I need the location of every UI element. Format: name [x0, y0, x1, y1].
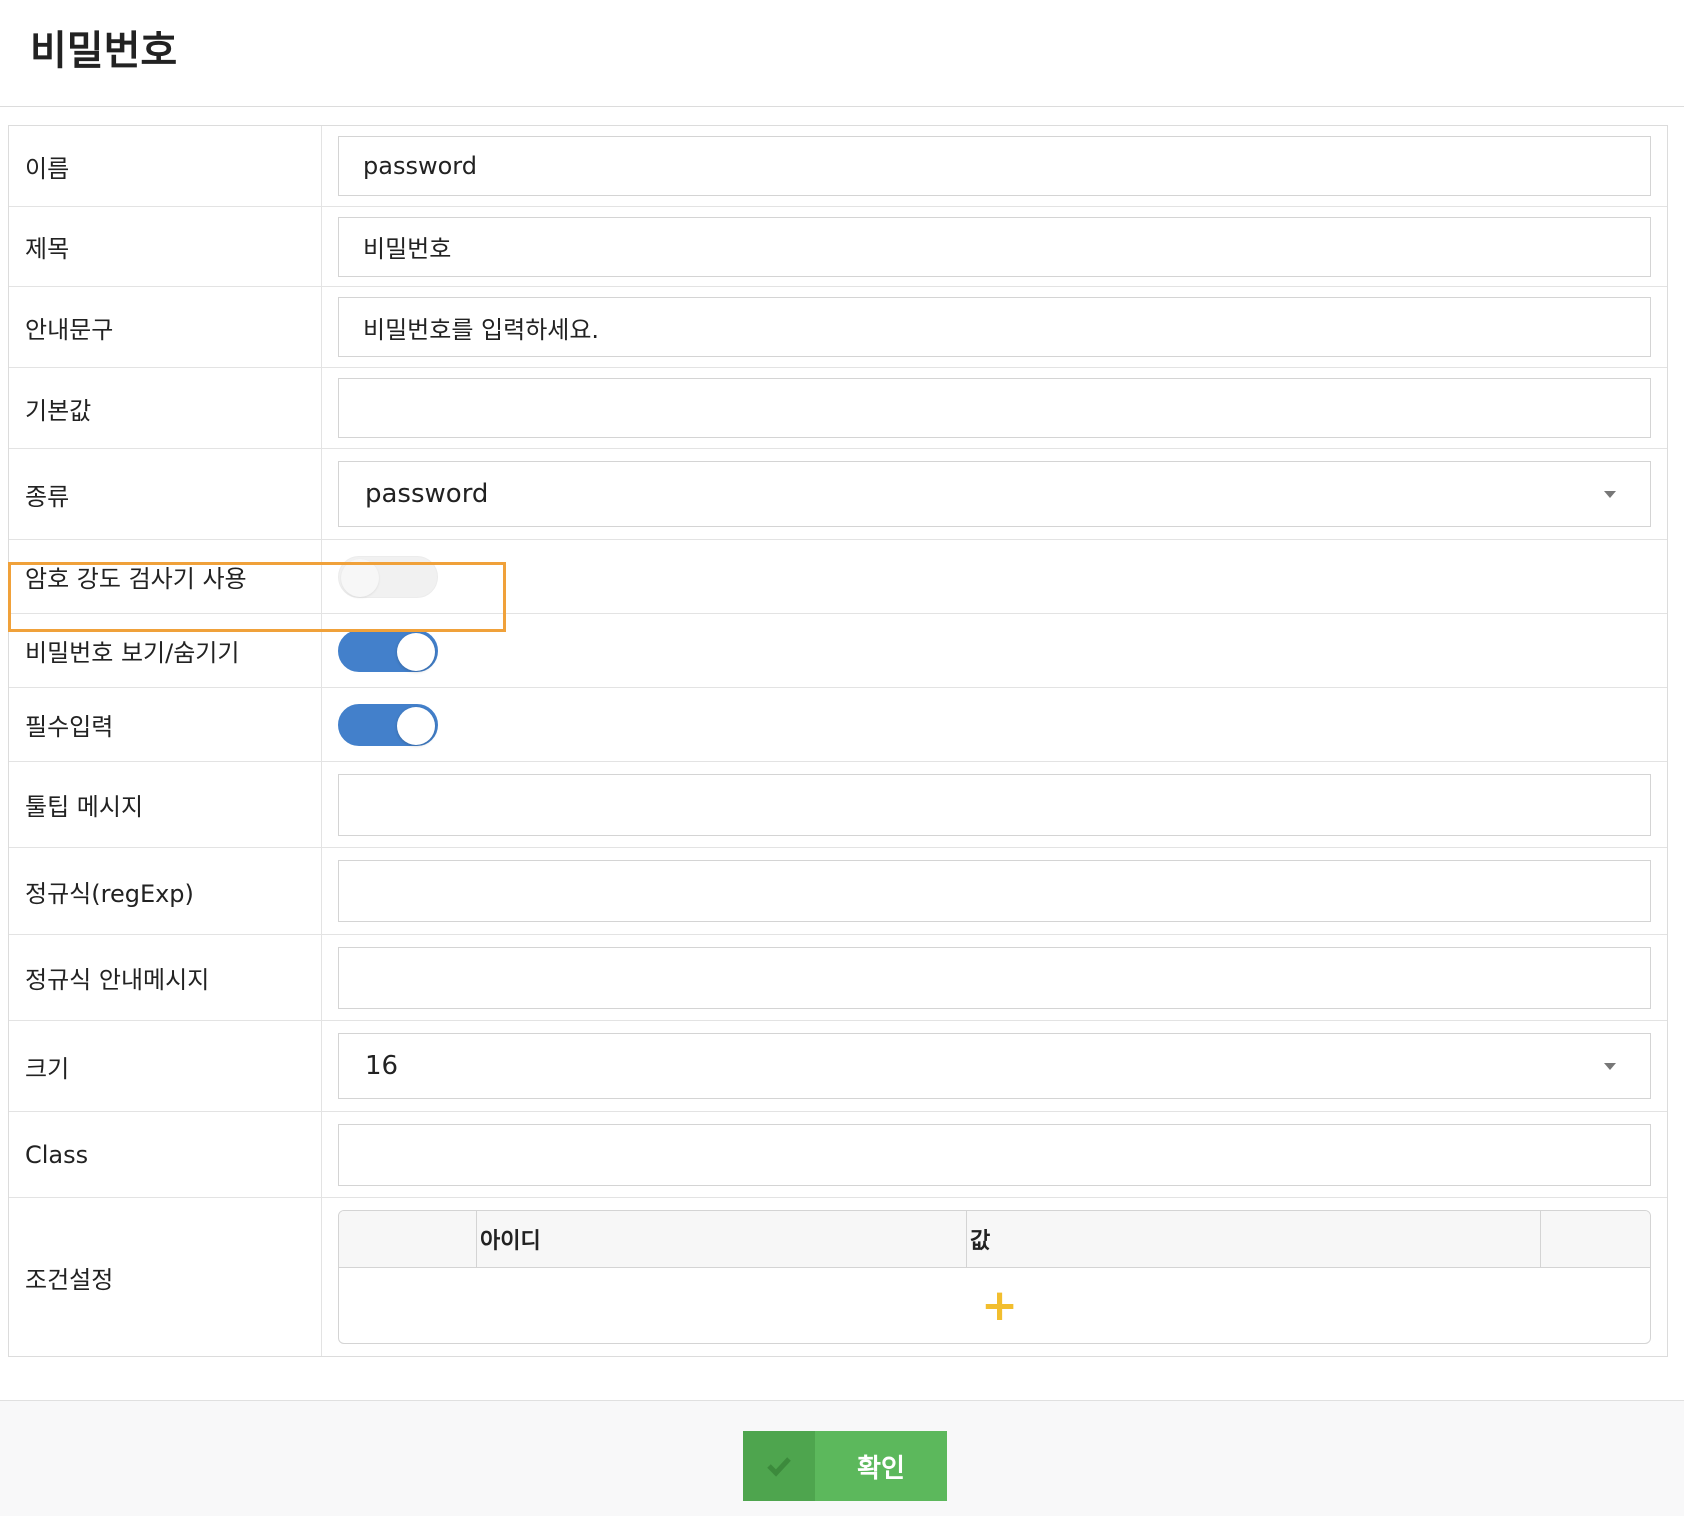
chevron-down-icon	[1604, 1062, 1616, 1070]
column-actions	[1541, 1211, 1650, 1267]
row-show-hide: 비밀번호 보기/숨기기	[9, 614, 1667, 688]
row-guide: 안내문구 비밀번호를 입력하세요.	[9, 287, 1667, 368]
required-toggle[interactable]	[338, 703, 438, 746]
column-value: 값	[967, 1211, 1541, 1267]
label-guide: 안내문구	[9, 287, 322, 367]
row-tooltip: 툴팁 메시지	[9, 762, 1667, 848]
label-name: 이름	[9, 126, 322, 206]
label-type: 종류	[9, 449, 322, 539]
label-strength-checker: 암호 강도 검사기 사용	[9, 540, 322, 613]
row-name: 이름 password	[9, 126, 1667, 207]
column-id: 아이디	[477, 1211, 967, 1267]
guide-input[interactable]: 비밀번호를 입력하세요.	[338, 297, 1651, 357]
conditions-table: 아이디 값 +	[338, 1210, 1651, 1344]
row-required: 필수입력	[9, 688, 1667, 762]
settings-form: 이름 password 제목 비밀번호 안내문구 비밀번호를 입력하세요. 기본…	[8, 125, 1668, 1357]
show-hide-toggle[interactable]	[338, 629, 438, 672]
row-conditions: 조건설정 아이디 값 +	[9, 1198, 1667, 1356]
default-value-input[interactable]	[338, 378, 1651, 438]
label-required: 필수입력	[9, 688, 322, 761]
column-blank	[339, 1211, 477, 1267]
tooltip-input[interactable]	[338, 773, 1651, 836]
row-title: 제목 비밀번호	[9, 207, 1667, 287]
regexp-input[interactable]	[338, 860, 1651, 922]
row-class: Class	[9, 1112, 1667, 1198]
title-input[interactable]: 비밀번호	[338, 216, 1651, 277]
row-type: 종류 password	[9, 449, 1667, 540]
row-size: 크기 16	[9, 1021, 1667, 1112]
type-select[interactable]: password	[338, 461, 1651, 527]
toggle-knob	[341, 558, 379, 597]
row-regexp: 정규식(regExp)	[9, 848, 1667, 935]
type-select-value: password	[365, 479, 489, 509]
confirm-label: 확인	[857, 1453, 905, 1484]
dialog-header: 비밀번호	[0, 0, 1684, 107]
size-select[interactable]: 16	[338, 1033, 1651, 1099]
class-input[interactable]	[338, 1123, 1651, 1186]
label-size: 크기	[9, 1021, 322, 1111]
row-strength-checker: 암호 강도 검사기 사용	[9, 540, 1667, 614]
label-conditions: 조건설정	[9, 1198, 322, 1356]
strength-checker-toggle[interactable]	[338, 555, 438, 598]
chevron-down-icon	[1604, 490, 1616, 498]
conditions-table-body: +	[339, 1268, 1650, 1343]
page-title: 비밀번호	[30, 28, 178, 74]
label-show-hide: 비밀번호 보기/숨기기	[9, 614, 322, 687]
regexp-message-input[interactable]	[338, 946, 1651, 1009]
conditions-table-header: 아이디 값	[339, 1211, 1650, 1268]
confirm-button[interactable]: 확인	[743, 1431, 947, 1501]
row-regexp-message: 정규식 안내메시지	[9, 935, 1667, 1021]
toggle-knob	[397, 706, 435, 745]
label-title: 제목	[9, 207, 322, 286]
check-icon	[743, 1431, 815, 1501]
label-class: Class	[9, 1112, 322, 1197]
name-input[interactable]: password	[338, 136, 1651, 196]
label-tooltip: 툴팁 메시지	[9, 762, 322, 847]
plus-icon[interactable]: +	[981, 1283, 1018, 1328]
dialog-footer: 확인	[0, 1400, 1684, 1516]
label-default-value: 기본값	[9, 368, 322, 448]
toggle-knob	[397, 632, 435, 671]
label-regexp: 정규식(regExp)	[9, 848, 322, 934]
label-regexp-message: 정규식 안내메시지	[9, 935, 322, 1020]
row-default-value: 기본값	[9, 368, 1667, 449]
size-select-value: 16	[365, 1051, 399, 1081]
